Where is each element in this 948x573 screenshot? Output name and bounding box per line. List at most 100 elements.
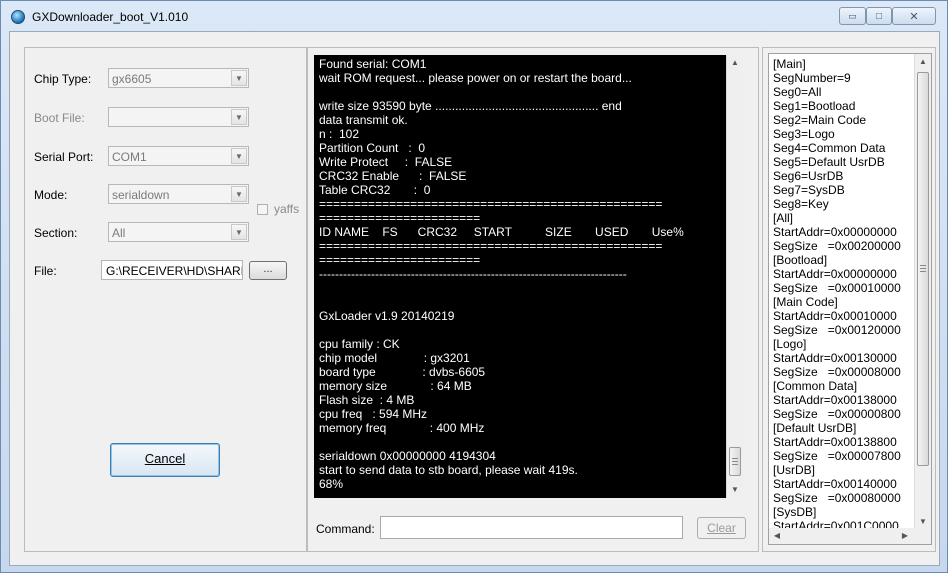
console-line: cpu freq : 594 MHz xyxy=(319,407,428,421)
config-line: Seg1=Bootload xyxy=(773,99,856,113)
title-bar[interactable]: GXDownloader_boot_V1.010 ▭ □ ✕ xyxy=(1,1,947,31)
console-text: Found serial: COM1 wait ROM request... pl… xyxy=(319,57,724,491)
config-line: [Bootload] xyxy=(773,253,828,267)
config-panel: [Main] SegNumber=9 Seg0=All Seg1=Bootload Se… xyxy=(762,47,936,552)
command-input[interactable] xyxy=(380,516,683,539)
config-listing[interactable]: [Main] SegNumber=9 Seg0=All Seg1=Bootload Se… xyxy=(768,53,932,545)
chevron-down-icon: ▼ xyxy=(231,70,247,86)
console-line: GxLoader v1.9 20140219 xyxy=(319,309,455,323)
config-line: StartAddr=0x00010000 xyxy=(773,309,897,323)
console-scroll-thumb[interactable] xyxy=(729,447,741,476)
serial-port-select[interactable]: COM1 ▼ xyxy=(108,146,249,166)
console-output[interactable]: Found serial: COM1 wait ROM request... pl… xyxy=(314,55,743,498)
console-line: serialdown 0x00000000 4194304 xyxy=(319,449,496,463)
mode-select[interactable]: serialdown ▼ xyxy=(108,184,249,204)
console-line: CRC32 Enable : FALSE xyxy=(319,169,467,183)
console-line: cpu family : CK xyxy=(319,337,400,351)
console-line: memory freq : 400 MHz xyxy=(319,421,485,435)
config-vscrollbar[interactable]: ▲ ▼ xyxy=(914,54,931,530)
chevron-down-icon: ▼ xyxy=(231,186,247,202)
console-line: n : 102 xyxy=(319,127,360,141)
serial-port-value: COM1 xyxy=(112,150,147,164)
console-line: ========================================… xyxy=(319,197,663,211)
section-select[interactable]: All ▼ xyxy=(108,222,249,242)
chip-type-value: gx6605 xyxy=(112,72,152,86)
scroll-left-icon[interactable]: ◀ xyxy=(769,528,785,544)
browse-label: ... xyxy=(263,263,273,275)
minimize-button[interactable]: ▭ xyxy=(839,7,866,25)
console-panel: Found serial: COM1 wait ROM request... pl… xyxy=(307,47,759,552)
section-value: All xyxy=(112,226,126,240)
config-line: [All] xyxy=(773,211,794,225)
config-line: Seg8=Key xyxy=(773,197,829,211)
command-label: Command: xyxy=(316,522,375,536)
mode-label: Mode: xyxy=(34,188,68,202)
config-scroll-thumb[interactable] xyxy=(917,72,929,466)
console-line: write size 93590 byte ..................… xyxy=(319,99,622,113)
console-line: ID NAME FS CRC32 START SIZE USED Use% xyxy=(319,225,684,239)
scroll-up-icon[interactable]: ▲ xyxy=(727,55,743,71)
config-line: StartAddr=0x00000000 xyxy=(773,267,897,281)
boot-file-label: Boot File: xyxy=(34,111,85,125)
console-line: wait ROM request... please power on or r… xyxy=(319,71,632,85)
section-label: Section: xyxy=(34,226,78,240)
file-label: File: xyxy=(34,264,57,278)
config-line: SegSize =0x00120000 xyxy=(773,323,901,337)
config-line: SegSize =0x00010000 xyxy=(773,281,901,295)
chevron-down-icon: ▼ xyxy=(231,109,247,125)
cancel-label: Cancel xyxy=(144,451,186,466)
config-line: Seg2=Main Code xyxy=(773,113,867,127)
config-line: [UsrDB] xyxy=(773,463,815,477)
console-line: ======================= xyxy=(319,211,481,225)
console-line: ======================= xyxy=(319,253,481,267)
config-line: StartAddr=0x00000000 xyxy=(773,225,897,239)
console-scrollbar[interactable]: ▲ ▼ xyxy=(726,55,743,498)
app-window: GXDownloader_boot_V1.010 ▭ □ ✕ Chip Type… xyxy=(0,0,948,573)
config-line: Seg6=UsrDB xyxy=(773,169,844,183)
minimize-icon: ▭ xyxy=(848,10,857,21)
cancel-button[interactable]: Cancel xyxy=(110,443,220,477)
config-line: Seg0=All xyxy=(773,85,822,99)
chevron-down-icon: ▼ xyxy=(231,148,247,164)
console-line: 68% xyxy=(319,477,344,491)
app-globe-icon xyxy=(11,10,25,24)
console-line: Partition Count : 0 xyxy=(319,141,426,155)
config-line: StartAddr=0x00140000 xyxy=(773,477,897,491)
scroll-down-icon[interactable]: ▼ xyxy=(727,482,743,498)
yaffs-label: yaffs xyxy=(274,202,300,216)
config-line: SegSize =0x00007800 xyxy=(773,449,901,463)
clear-button[interactable]: Clear xyxy=(697,517,746,539)
scroll-up-icon[interactable]: ▲ xyxy=(915,54,931,70)
config-line: [Main Code] xyxy=(773,295,838,309)
console-line: data transmit ok. xyxy=(319,113,408,127)
file-path-value: G:\RECEIVER\HD\SHARP xyxy=(106,264,243,278)
console-line: chip model : gx3201 xyxy=(319,351,470,365)
console-line: start to send data to stb board, please … xyxy=(319,463,578,477)
close-button[interactable]: ✕ xyxy=(892,7,936,25)
console-line: Write Protect : FALSE xyxy=(319,155,453,169)
config-text: [Main] SegNumber=9 Seg0=All Seg1=Bootload Se… xyxy=(773,57,913,533)
config-line: StartAddr=0x00130000 xyxy=(773,351,897,365)
browse-file-button[interactable]: ... xyxy=(249,261,287,280)
console-line: Table CRC32 : 0 xyxy=(319,183,431,197)
config-line: Seg7=SysDB xyxy=(773,183,845,197)
boot-file-select[interactable]: ▼ xyxy=(108,107,249,127)
config-line: [Default UsrDB] xyxy=(773,421,857,435)
maximize-button[interactable]: □ xyxy=(866,7,892,25)
clear-label: Clear xyxy=(707,521,736,535)
file-path-input[interactable]: G:\RECEIVER\HD\SHARP xyxy=(101,260,243,280)
scroll-right-icon[interactable]: ▶ xyxy=(897,528,913,544)
yaffs-checkbox[interactable] xyxy=(257,204,268,215)
maximize-icon: □ xyxy=(875,10,883,22)
serial-port-label: Serial Port: xyxy=(34,150,94,164)
console-line: Flash size : 4 MB xyxy=(319,393,415,407)
config-line: SegSize =0x00000800 xyxy=(773,407,901,421)
config-line: SegSize =0x00080000 xyxy=(773,491,901,505)
chip-type-select[interactable]: gx6605 ▼ xyxy=(108,68,249,88)
config-hscrollbar[interactable]: ◀ ▶ xyxy=(769,528,916,544)
config-line: StartAddr=0x00138800 xyxy=(773,435,897,449)
config-line: [Common Data] xyxy=(773,379,858,393)
